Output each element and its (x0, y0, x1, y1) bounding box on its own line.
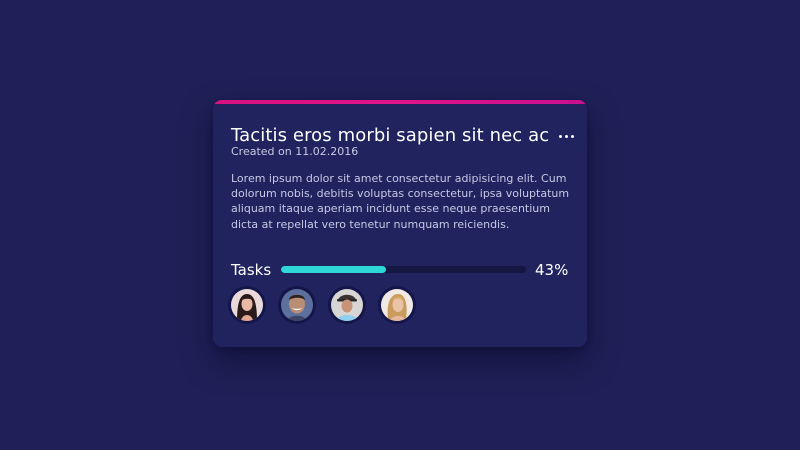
task-card: Tacitis eros morbi sapien sit nec ac Cre… (213, 100, 587, 347)
tasks-progress-fill (281, 266, 387, 273)
avatar-man-smiling-icon (281, 289, 313, 321)
avatar[interactable] (228, 286, 266, 324)
avatar[interactable] (378, 286, 416, 324)
more-horizontal-icon (558, 134, 562, 138)
tasks-progress-bar (281, 266, 526, 273)
more-horizontal-icon (570, 134, 574, 138)
tasks-percent: 43% (535, 261, 569, 279)
tasks-label: Tasks (231, 261, 272, 279)
avatar-man-hat-icon (331, 289, 363, 321)
card-title: Tacitis eros morbi sapien sit nec ac (231, 125, 550, 146)
tasks-progress-row: Tasks 43% (231, 260, 571, 280)
avatar[interactable] (328, 286, 366, 324)
created-date: Created on 11.02.2016 (231, 145, 359, 158)
card-accent-bar (213, 100, 587, 104)
avatar-woman-blonde-icon (381, 289, 413, 321)
avatar[interactable] (278, 286, 316, 324)
more-options-button[interactable] (557, 127, 575, 145)
card-description: Lorem ipsum dolor sit amet consectetur a… (231, 172, 570, 231)
more-horizontal-icon (564, 134, 568, 138)
avatar-woman-dark-hair-icon (231, 289, 263, 321)
